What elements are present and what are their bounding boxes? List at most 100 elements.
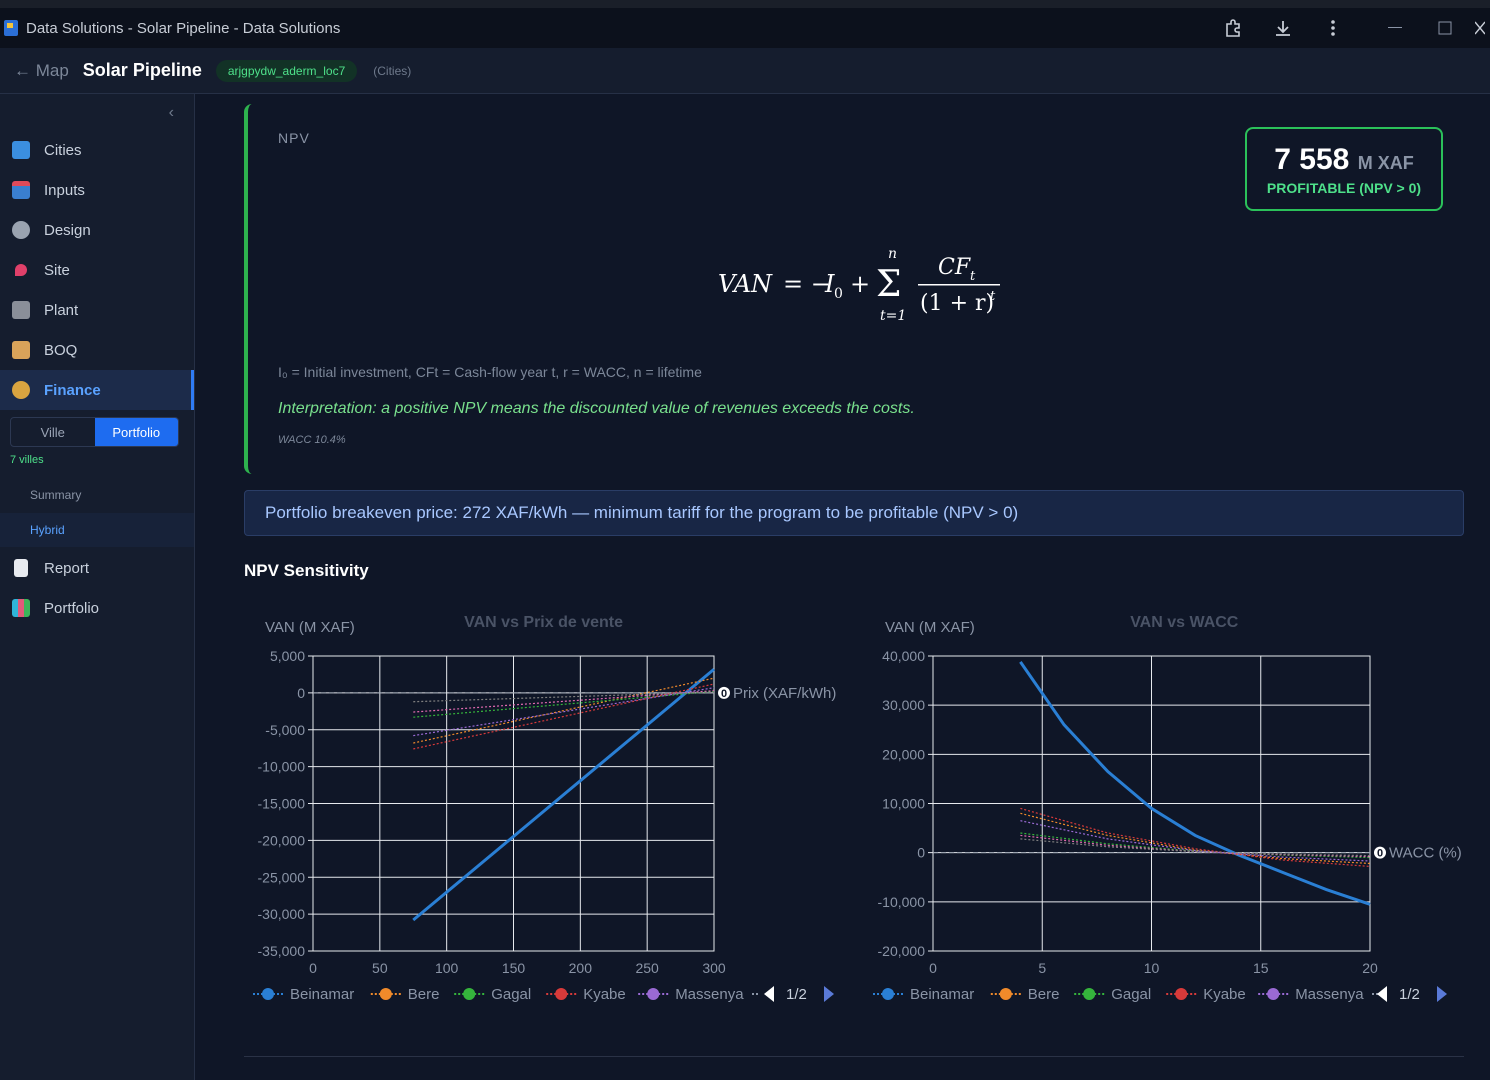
series-line-bere	[413, 677, 715, 744]
menu-icon[interactable]	[1308, 8, 1358, 48]
sidebar-item-site[interactable]: Site	[0, 250, 194, 290]
sidebar-item-finance[interactable]: Finance	[0, 370, 194, 410]
download-icon[interactable]	[1258, 8, 1308, 48]
zero-marker-label: 0	[1377, 848, 1383, 860]
window-titlebar: Data Solutions - Solar Pipeline - Data S…	[0, 0, 1490, 48]
page-header: ← Map Solar Pipeline arjgpydw_aderm_loc7…	[0, 48, 1490, 94]
subitem-summary[interactable]: Summary	[0, 478, 194, 512]
legend-swatch-dot	[262, 988, 274, 1000]
y-tick-label: 0	[917, 845, 925, 861]
y-tick-label: 30,000	[882, 697, 925, 713]
location-type: (Cities)	[373, 63, 412, 78]
window-title: Data Solutions - Solar Pipeline - Data S…	[26, 19, 341, 37]
npv-value-box: 7 558 M XAF PROFITABLE (NPV > 0)	[1245, 127, 1443, 211]
x-tick-label: 15	[1253, 960, 1269, 976]
sidebar-item-label: Report	[44, 559, 90, 577]
legend-item-massenya: Massenya	[1295, 986, 1364, 1003]
legend-item-beinamar: Beinamar	[290, 986, 354, 1003]
sidebar-item-label: Design	[44, 221, 91, 239]
document-icon	[14, 559, 28, 577]
main-content: NPV 7 558 M XAF PROFITABLE (NPV > 0) VAN…	[195, 94, 1490, 1080]
legend-swatch-dot	[999, 988, 1012, 1000]
y-tick-label: 5,000	[270, 648, 305, 664]
pin-icon	[15, 264, 27, 276]
subitem-hybrid[interactable]: Hybrid	[0, 513, 194, 547]
svg-text:CF: CF	[938, 255, 971, 280]
legend-swatch-dot	[463, 988, 476, 1000]
back-to-map-link[interactable]: ← Map	[14, 61, 69, 81]
x-tick-label: 150	[502, 960, 526, 976]
npv-value: 7 558 M XAF	[1247, 143, 1441, 177]
sidebar-item-portfolio[interactable]: Portfolio	[0, 588, 194, 628]
svg-text:n: n	[888, 246, 897, 262]
sidebar-item-label: BOQ	[44, 341, 78, 359]
maximize-icon[interactable]	[1420, 8, 1470, 48]
series-line-bere	[1020, 812, 1371, 865]
legend-swatch-dot	[882, 988, 894, 1000]
collapse-sidebar-icon[interactable]: ‹	[169, 104, 174, 122]
legend-item-massenya: Massenya	[675, 986, 744, 1003]
sidebar-item-boq[interactable]: BOQ	[0, 330, 194, 370]
legend-swatch-dot	[379, 988, 392, 1000]
close-icon[interactable]	[1470, 8, 1490, 48]
inputs-icon	[12, 181, 30, 199]
toggle-ville[interactable]: Ville	[11, 418, 95, 446]
x-tick-label: 0	[929, 960, 937, 976]
svg-text:= −: = −	[783, 270, 831, 298]
y-tick-label: -30,000	[258, 906, 306, 922]
series-line-kyabe	[1020, 807, 1371, 868]
y-tick-label: 20,000	[882, 746, 925, 762]
sidebar: ‹ Cities Inputs Design Site Plant BOQ Fi…	[0, 94, 195, 1080]
gear-icon	[12, 221, 30, 239]
series-line	[413, 690, 715, 713]
npv-interpretation: Interpretation: a positive NPV means the…	[278, 400, 915, 417]
legend-item-beinamar: Beinamar	[910, 986, 974, 1003]
sidebar-item-cities[interactable]: Cities	[0, 130, 194, 170]
legend-item-gagal: Gagal	[491, 986, 531, 1003]
sidebar-item-design[interactable]: Design	[0, 210, 194, 250]
series-line-gagal	[413, 690, 715, 718]
npv-number: 7 558	[1274, 143, 1350, 176]
project-title: Solar Pipeline	[82, 60, 202, 80]
svg-text:Σ: Σ	[876, 264, 901, 305]
legend-item-kyabe: Kyabe	[583, 986, 626, 1003]
cities-icon	[12, 141, 30, 159]
npv-card: NPV 7 558 M XAF PROFITABLE (NPV > 0) VAN…	[244, 104, 1443, 474]
minimize-icon[interactable]	[1370, 8, 1420, 48]
divider	[244, 1056, 1464, 1057]
toggle-portfolio[interactable]: Portfolio	[94, 418, 178, 446]
sidebar-item-inputs[interactable]: Inputs	[0, 170, 194, 210]
sidebar-item-plant[interactable]: Plant	[0, 290, 194, 330]
sidebar-item-label: Inputs	[44, 181, 85, 199]
sidebar-item-report[interactable]: Report	[0, 548, 194, 588]
extension-icon[interactable]	[1208, 8, 1258, 48]
legend-prev-icon[interactable]	[764, 986, 774, 1002]
chart-title: VAN vs Prix de vente	[464, 614, 623, 631]
y-tick-label: -20,000	[258, 832, 306, 848]
y-tick-label: -15,000	[258, 796, 306, 812]
legend-item-gagal: Gagal	[1111, 986, 1151, 1003]
legend-item-bere: Bere	[408, 986, 440, 1003]
legend-next-icon[interactable]	[824, 986, 834, 1002]
y-tick-label: 40,000	[882, 648, 925, 664]
y-axis-label: VAN (M XAF)	[265, 619, 355, 636]
sensitivity-title: NPV Sensitivity	[244, 561, 369, 580]
x-tick-label: 200	[569, 960, 593, 976]
sidebar-item-label: Portfolio	[44, 599, 100, 617]
x-tick-label: 50	[372, 960, 388, 976]
npv-label: NPV	[278, 130, 310, 146]
money-bag-icon	[12, 381, 30, 399]
npv-formula: VAN = − I 0 + Σ n t=1 CF t (1 + r) t	[718, 244, 1018, 330]
legend-swatch-dot	[1083, 988, 1096, 1000]
sidebar-item-label: Finance	[44, 381, 101, 399]
sidebar-item-label: Site	[44, 261, 70, 279]
svg-text:t=1: t=1	[880, 308, 906, 324]
npv-status: PROFITABLE (NPV > 0)	[1266, 180, 1422, 196]
factory-icon	[12, 301, 30, 319]
legend-next-icon[interactable]	[1437, 986, 1447, 1002]
legend-page: 1/2	[786, 986, 807, 1003]
clipboard-icon	[12, 341, 30, 359]
legend-prev-icon[interactable]	[1377, 986, 1387, 1002]
x-axis-label: WACC (%)	[1389, 845, 1462, 862]
series-line-beinamar	[412, 668, 715, 922]
